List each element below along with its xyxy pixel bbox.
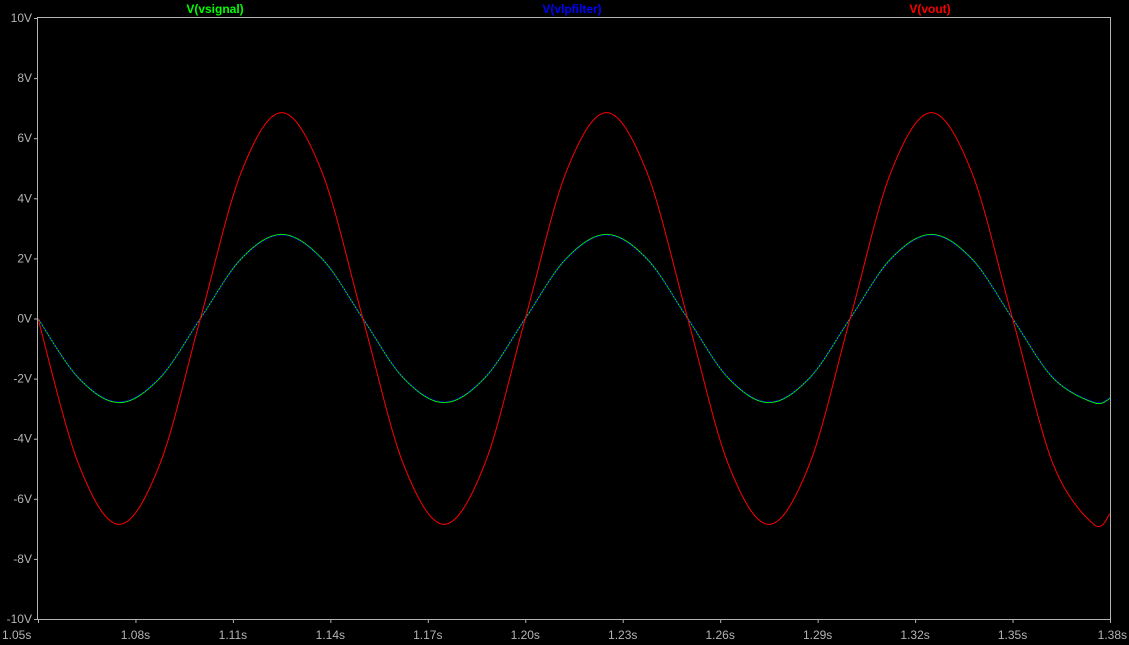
y-tick-label: -2V — [13, 372, 32, 386]
y-tick-label: -4V — [13, 432, 32, 446]
legend-label: V(vsignal) — [186, 2, 243, 16]
y-tick-label: 2V — [17, 251, 32, 265]
legend-label: V(vout) — [909, 2, 950, 16]
y-tick-label: 8V — [17, 71, 32, 85]
x-tick-label: 1.32s — [900, 628, 929, 642]
y-tick-label: 4V — [17, 191, 32, 205]
series-line — [37, 233, 1111, 405]
legend: V(vsignal) V(vlpfilter) V(vout) — [186, 2, 950, 16]
y-tick-label: 6V — [17, 131, 32, 145]
y-tick-label: -10V — [7, 612, 32, 626]
y-tick-label: -8V — [13, 552, 32, 566]
x-tick-label: 1.20s — [511, 628, 540, 642]
legend-label: V(vlpfilter) — [542, 2, 601, 16]
waveform-plot: V(vsignal) V(vlpfilter) V(vout) 10V 8V 6V 4V 2… — [2, 2, 1127, 642]
x-tick-label: 1.26s — [706, 628, 735, 642]
series-line — [37, 112, 1111, 527]
y-tick-label: -6V — [13, 492, 32, 506]
x-tick-label: 1.35s — [998, 628, 1027, 642]
x-axis: 1.05s 1.08s 1.11s 1.14s 1.17s 1.20s 1.23s 1.26s… — [2, 619, 1127, 642]
x-tick-label: 1.08s — [121, 628, 150, 642]
traces — [37, 112, 1111, 527]
plot-frame — [37, 17, 1111, 620]
y-tick-label: 0V — [17, 312, 32, 326]
x-tick-label: 1.29s — [803, 628, 832, 642]
x-tick-label: 1.17s — [413, 628, 442, 642]
x-tick-label: 1.38s — [1098, 628, 1127, 642]
x-tick-label: 1.11s — [219, 628, 247, 642]
x-tick-label: 1.05s — [2, 628, 31, 642]
x-tick-label: 1.14s — [316, 628, 345, 642]
y-axis: 10V 8V 6V 4V 2V 0V -2V -4V -6V -8V -10V — [7, 11, 38, 626]
series-line — [37, 234, 1111, 404]
x-tick-label: 1.23s — [608, 628, 637, 642]
y-tick-label: 10V — [11, 11, 32, 25]
